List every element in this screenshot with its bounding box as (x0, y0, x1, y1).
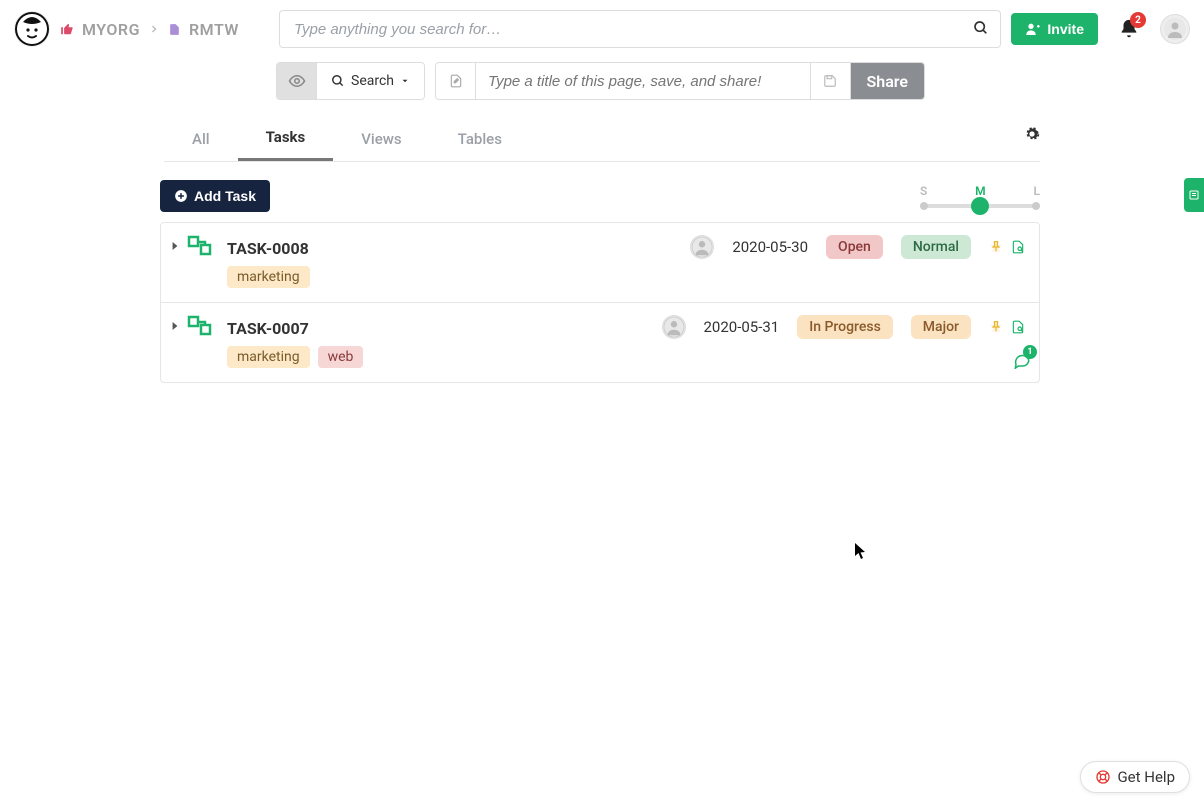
cursor-icon (854, 542, 868, 560)
assignee-avatar[interactable] (690, 235, 714, 259)
get-help-button[interactable]: Get Help (1080, 761, 1190, 793)
pin-button[interactable] (989, 320, 1003, 334)
priority-badge[interactable]: Normal (901, 235, 971, 259)
settings-button[interactable] (1024, 126, 1040, 142)
save-icon (823, 74, 837, 88)
assignee-avatar[interactable] (662, 315, 686, 339)
expand-caret[interactable] (171, 321, 179, 368)
expand-caret[interactable] (171, 241, 179, 288)
thumbs-up-icon (60, 22, 74, 36)
task-type-icon (187, 235, 219, 288)
tab-tasks[interactable]: Tasks (238, 116, 334, 161)
eye-icon (288, 72, 306, 90)
task-date: 2020-05-31 (704, 318, 780, 336)
visibility-toggle[interactable] (277, 63, 317, 99)
caret-right-icon (171, 241, 179, 251)
task-date: 2020-05-30 (732, 238, 808, 256)
edit-title-icon[interactable] (436, 63, 476, 99)
size-slider[interactable]: S M L (920, 184, 1040, 208)
size-s-label: S (920, 184, 927, 198)
task-row[interactable]: TASK-0007 marketing web 2020-05-31 In Pro… (161, 303, 1039, 382)
app-logo[interactable] (14, 11, 50, 47)
page-title-input[interactable] (476, 63, 809, 99)
tab-tables[interactable]: Tables (430, 118, 530, 160)
tab-views[interactable]: Views (333, 118, 429, 160)
comment-count: 1 (1023, 345, 1037, 359)
invite-label: Invite (1047, 21, 1084, 37)
get-help-label: Get Help (1117, 768, 1175, 786)
search-dd-label: Search (351, 73, 394, 89)
task-title[interactable]: TASK-0007 (227, 319, 363, 338)
invite-button[interactable]: Invite (1011, 13, 1098, 45)
status-badge[interactable]: In Progress (797, 315, 893, 339)
file-icon (168, 23, 181, 36)
slider-stop-s[interactable] (920, 202, 928, 210)
caret-down-icon (400, 76, 410, 86)
user-avatar[interactable] (1160, 14, 1190, 44)
open-doc-button[interactable] (1011, 320, 1025, 334)
help-icon (1095, 769, 1111, 785)
slider-knob[interactable] (971, 197, 989, 215)
panel-icon (1188, 189, 1200, 201)
open-doc-button[interactable] (1011, 240, 1025, 254)
task-tag[interactable]: marketing (227, 266, 310, 288)
chevron-right-icon (148, 23, 160, 35)
slider-stop-l[interactable] (1032, 202, 1040, 210)
notifications-button[interactable]: 2 (1118, 18, 1140, 40)
search-dropdown[interactable]: Search (317, 63, 424, 99)
size-l-label: L (1033, 184, 1040, 198)
breadcrumb-org[interactable]: MYORG (82, 20, 140, 39)
task-tag[interactable]: marketing (227, 346, 310, 368)
priority-badge[interactable]: Major (911, 315, 971, 339)
breadcrumb: MYORG RMTW (60, 20, 239, 39)
share-button[interactable]: Share (850, 63, 925, 99)
notification-count: 2 (1130, 12, 1146, 28)
share-label: Share (867, 72, 909, 91)
save-title-button[interactable] (810, 63, 850, 99)
task-title[interactable]: TASK-0008 (227, 239, 310, 258)
task-type-icon (187, 315, 219, 368)
task-list: TASK-0008 marketing 2020-05-30 Open Norm… (160, 222, 1040, 383)
status-badge[interactable]: Open (826, 235, 883, 259)
breadcrumb-project[interactable]: RMTW (189, 20, 239, 39)
comments-button[interactable]: 1 (1013, 351, 1031, 369)
size-m-label: M (975, 184, 986, 198)
search-icon (331, 74, 345, 88)
caret-right-icon (171, 321, 179, 331)
side-panel-toggle[interactable] (1184, 178, 1204, 212)
plus-circle-icon (174, 189, 188, 203)
add-task-button[interactable]: Add Task (160, 180, 270, 212)
file-edit-icon (449, 74, 463, 88)
tab-all[interactable]: All (164, 118, 238, 160)
add-task-label: Add Task (194, 188, 256, 204)
search-icon[interactable] (973, 20, 989, 36)
task-row[interactable]: TASK-0008 marketing 2020-05-30 Open Norm… (161, 223, 1039, 303)
global-search-input[interactable] (279, 10, 1001, 48)
invite-user-icon (1025, 21, 1041, 37)
pin-button[interactable] (989, 240, 1003, 254)
task-tag[interactable]: web (318, 346, 364, 368)
gear-icon (1024, 126, 1040, 142)
